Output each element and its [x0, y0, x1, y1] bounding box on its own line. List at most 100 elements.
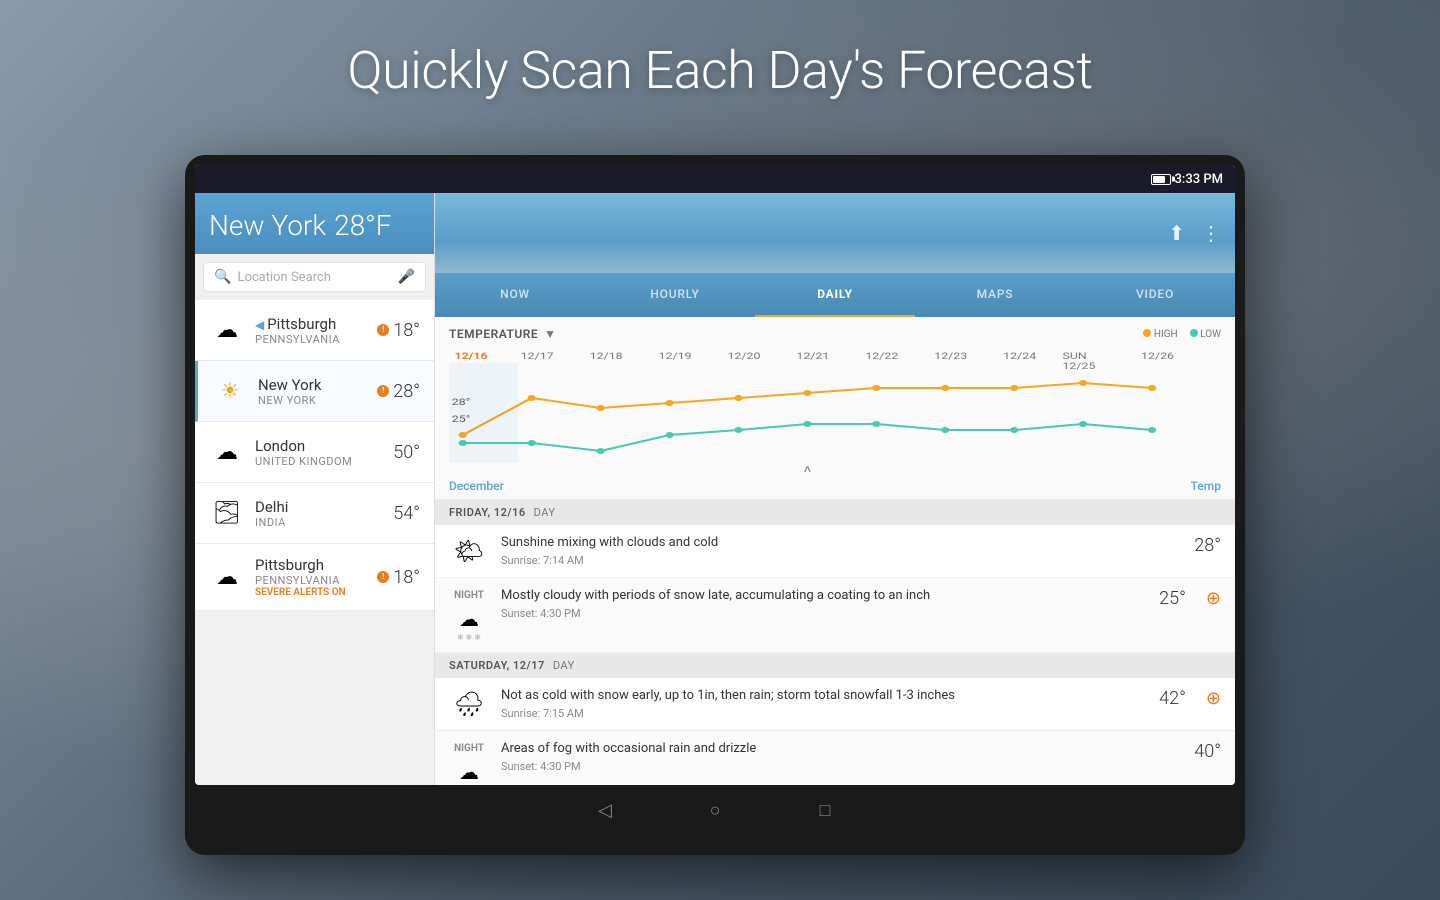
forecast-temp: 28°	[1194, 535, 1221, 556]
list-item[interactable]: ☀ New York New York ! 28°	[195, 361, 434, 422]
location-name: London	[255, 437, 383, 455]
forecast-date: SATURDAY, 12/17	[449, 659, 545, 672]
list-item[interactable]: ☁ ◀ Pittsburgh Pennsylvania ! 18°	[195, 300, 434, 361]
forecast-temp: 42°	[1159, 688, 1186, 709]
forecast-details: Sunshine mixing with clouds and cold Sun…	[501, 535, 1182, 567]
tablet-frame: 3:33 PM New York 28°F 🔍 Loc	[185, 155, 1245, 855]
svg-text:∧: ∧	[802, 463, 812, 475]
share-icon[interactable]: ⬆	[1168, 221, 1185, 245]
tab-daily[interactable]: DAILY	[755, 273, 915, 317]
sidebar-city-name: New York	[209, 209, 326, 242]
forecast-temp: 40°	[1194, 741, 1221, 762]
recent-apps-button[interactable]: □	[810, 795, 840, 825]
forecast-weather-icon: 🌧	[449, 688, 489, 718]
more-options-icon[interactable]: ⋮	[1201, 221, 1221, 245]
svg-text:12/24: 12/24	[1003, 351, 1036, 362]
tablet-nav-bar: ◁ ○ □	[195, 785, 1235, 835]
tab-hourly[interactable]: HOURLY	[595, 273, 755, 317]
location-info: New York New York	[258, 376, 367, 407]
chart-dropdown-icon[interactable]: ▼	[544, 327, 556, 341]
location-temp: ! 28°	[377, 381, 420, 402]
search-placeholder: Location Search	[237, 270, 391, 285]
location-region: Pennsylvania	[255, 574, 367, 587]
chart-container: TEMPERATURE ▼ HIGH LOW	[435, 317, 1235, 500]
alert-dot: !	[377, 571, 389, 583]
forecast-description: Sunshine mixing with clouds and cold	[501, 535, 1182, 552]
night-label: NIGHT	[454, 590, 484, 601]
weather-icon: ☁	[209, 312, 245, 348]
page-headline: Quickly Scan Each Day's Forecast	[0, 40, 1440, 101]
back-button[interactable]: ◁	[590, 795, 620, 825]
search-bar[interactable]: 🔍 Location Search 🎤	[203, 262, 426, 292]
location-name: Pittsburgh	[255, 556, 367, 574]
tab-now[interactable]: NOW	[435, 273, 595, 317]
chart-temp-unit-label: Temp	[1191, 479, 1221, 493]
microphone-icon[interactable]: 🎤	[398, 269, 415, 285]
location-temp: ! 18°	[377, 567, 420, 588]
content-area: TEMPERATURE ▼ HIGH LOW	[435, 317, 1235, 785]
svg-text:12/16: 12/16	[455, 351, 488, 362]
weather-icon: ☀	[212, 373, 248, 409]
location-name: ◀ Pittsburgh	[255, 315, 367, 333]
snow-icon: ❄ ❄ ❄	[457, 633, 481, 642]
chart-header: TEMPERATURE ▼ HIGH LOW	[449, 327, 1221, 341]
forecast-item[interactable]: NIGHT ☁ ❄ ❄ ❄ Mostly cloudy with periods…	[435, 578, 1235, 653]
forecast-temp: 25°	[1159, 588, 1186, 609]
chart-footer: December Temp	[449, 479, 1221, 493]
temperature-chart: 12/16 12/17 12/18 12/19 12/20 12/21 12/2…	[449, 347, 1221, 477]
location-region: New York	[258, 394, 367, 407]
forecast-night-icon: ☁	[459, 760, 479, 784]
expand-icon[interactable]: ⊕	[1206, 688, 1221, 709]
list-item[interactable]: ☁ Pittsburgh Pennsylvania Severe Alerts …	[195, 544, 434, 611]
forecast-sub: Sunrise: 7:14 AM	[501, 554, 1182, 567]
list-item[interactable]: 🌫 Delhi India 54°	[195, 483, 434, 544]
home-button[interactable]: ○	[700, 795, 730, 825]
location-temp: ! 18°	[377, 320, 420, 341]
location-region: Pennsylvania	[255, 333, 367, 346]
forecast-item[interactable]: NIGHT ☁ Areas of fog with occasional rai…	[435, 731, 1235, 785]
svg-text:12/22: 12/22	[865, 351, 898, 362]
alert-dot: !	[377, 324, 389, 336]
sky-header: ⬆ ⋮	[435, 193, 1235, 273]
forecast-sub: Sunset: 4:30 PM	[501, 607, 1147, 620]
forecast-day-header: FRIDAY, 12/16 DAY	[435, 500, 1235, 525]
weather-icon: ☁	[209, 434, 245, 470]
forecast-details: Areas of fog with occasional rain and dr…	[501, 741, 1182, 773]
list-item[interactable]: ☁ London United Kingdom 50°	[195, 422, 434, 483]
svg-text:12/20: 12/20	[727, 351, 760, 362]
location-region: India	[255, 516, 383, 529]
svg-text:12/19: 12/19	[659, 351, 692, 362]
location-temp: 50°	[393, 442, 420, 463]
location-info: Delhi India	[255, 498, 383, 529]
forecast-description: Areas of fog with occasional rain and dr…	[501, 741, 1182, 758]
svg-text:12/25: 12/25	[1062, 361, 1095, 372]
tab-video[interactable]: VIDEO	[1075, 273, 1235, 317]
sidebar-city-temp: 28°F	[334, 209, 391, 242]
location-list: ☁ ◀ Pittsburgh Pennsylvania ! 18°	[195, 300, 434, 785]
chart-month-label: December	[449, 479, 504, 493]
forecast-date: FRIDAY, 12/16	[449, 506, 526, 519]
svg-text:12/21: 12/21	[796, 351, 829, 362]
location-temp: 54°	[393, 503, 420, 524]
weather-icon: 🌫	[209, 495, 245, 531]
forecast-night-col: NIGHT ☁	[449, 741, 489, 784]
forecast-period: DAY	[553, 659, 575, 672]
night-label: NIGHT	[454, 743, 484, 754]
svg-text:12/26: 12/26	[1141, 351, 1174, 362]
forecast-details: Not as cold with snow early, up to 1in, …	[501, 688, 1147, 720]
svg-text:12/17: 12/17	[521, 351, 554, 362]
main-panel: ⬆ ⋮ NOW HOURLY DAILY MAPS VIDEO	[435, 193, 1235, 785]
chart-legend: HIGH LOW	[1143, 329, 1221, 340]
expand-icon[interactable]: ⊕	[1206, 588, 1221, 609]
forecast-weather-icon: 🌤	[449, 535, 489, 565]
forecast-description: Mostly cloudy with periods of snow late,…	[501, 588, 1147, 605]
app-content: New York 28°F 🔍 Location Search 🎤	[195, 193, 1235, 785]
tab-maps[interactable]: MAPS	[915, 273, 1075, 317]
severe-alert-label: Severe Alerts On	[255, 587, 367, 598]
forecast-item[interactable]: 🌧 Not as cold with snow early, up to 1in…	[435, 678, 1235, 731]
sidebar-header: New York 28°F	[195, 193, 434, 254]
forecast-item[interactable]: 🌤 Sunshine mixing with clouds and cold S…	[435, 525, 1235, 578]
forecast-night-icon: ☁	[459, 607, 479, 631]
forecast-period: DAY	[534, 506, 556, 519]
search-icon: 🔍	[214, 269, 231, 285]
